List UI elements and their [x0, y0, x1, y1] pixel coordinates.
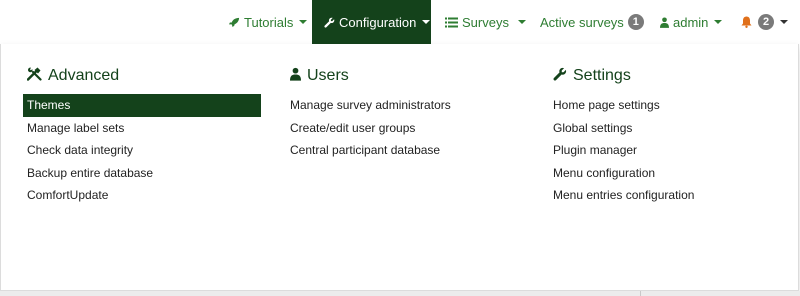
- nav-notifications[interactable]: 2: [741, 0, 788, 44]
- advanced-menu-list: Themes Manage label sets Check data inte…: [23, 94, 261, 207]
- advanced-heading: Advanced: [26, 64, 261, 88]
- menu-item-comfortupdate[interactable]: ComfortUpdate: [23, 184, 261, 207]
- chevron-down-icon: [422, 20, 431, 24]
- users-heading: Users: [290, 64, 524, 88]
- user-icon: [290, 67, 301, 86]
- notifications-count-badge: 2: [758, 14, 774, 30]
- nav-admin[interactable]: admin: [660, 0, 723, 44]
- users-menu-list: Manage survey administrators Create/edit…: [286, 94, 524, 162]
- page-background-strip: [0, 291, 800, 296]
- tools-icon: [26, 67, 42, 86]
- nav-surveys-label: Surveys: [462, 14, 509, 30]
- menu-item-global-settings[interactable]: Global settings: [549, 117, 787, 140]
- settings-title: Settings: [573, 67, 631, 84]
- nav-tutorials-label: Tutorials: [244, 14, 294, 30]
- menu-item-manage-label-sets[interactable]: Manage label sets: [23, 117, 261, 140]
- rocket-icon: [229, 17, 240, 28]
- advanced-column: Advanced Themes Manage label sets Check …: [23, 64, 261, 207]
- surveys-dropdown-toggle[interactable]: [512, 0, 526, 44]
- bell-icon: [741, 16, 752, 28]
- menu-item-plugin-manager[interactable]: Plugin manager: [549, 139, 787, 162]
- settings-menu-list: Home page settings Global settings Plugi…: [549, 94, 787, 207]
- nav-configuration-label: Configuration: [339, 14, 417, 30]
- nav-surveys[interactable]: Surveys: [445, 0, 509, 44]
- menu-item-backup-entire-database[interactable]: Backup entire database: [23, 162, 261, 185]
- configuration-dropdown-menu: Advanced Themes Manage label sets Check …: [0, 44, 799, 291]
- menu-item-check-data-integrity[interactable]: Check data integrity: [23, 139, 261, 162]
- wrench-icon: [324, 17, 335, 28]
- nav-configuration[interactable]: Configuration: [312, 0, 431, 44]
- menu-item-menu-entries-configuration[interactable]: Menu entries configuration: [549, 184, 787, 207]
- list-icon: [445, 17, 458, 28]
- menu-item-create-edit-user-groups[interactable]: Create/edit user groups: [286, 117, 524, 140]
- top-navbar: Tutorials Configuration Surveys Active s…: [0, 0, 800, 44]
- active-surveys-count-badge: 1: [627, 14, 644, 30]
- nav-admin-label: admin: [673, 14, 709, 30]
- menu-item-menu-configuration[interactable]: Menu configuration: [549, 162, 787, 185]
- nav-active-surveys-label: Active surveys: [540, 14, 624, 30]
- menu-item-themes[interactable]: Themes: [23, 94, 261, 117]
- menu-item-home-page-settings[interactable]: Home page settings: [549, 94, 787, 117]
- menu-item-central-participant-database[interactable]: Central participant database: [286, 139, 524, 162]
- users-title: Users: [307, 67, 349, 84]
- settings-column: Settings Home page settings Global setti…: [549, 64, 787, 207]
- users-column: Users Manage survey administrators Creat…: [286, 64, 524, 162]
- divider: [640, 291, 641, 296]
- nav-tutorials[interactable]: Tutorials: [229, 0, 308, 44]
- chevron-down-icon: [518, 20, 526, 24]
- chevron-down-icon: [780, 20, 788, 24]
- settings-heading: Settings: [553, 64, 787, 88]
- wrench-icon: [553, 67, 567, 86]
- menu-item-manage-survey-administrators[interactable]: Manage survey administrators: [286, 94, 524, 117]
- advanced-title: Advanced: [48, 67, 120, 84]
- chevron-down-icon: [299, 20, 308, 24]
- user-icon: [660, 16, 669, 28]
- nav-active-surveys[interactable]: Active surveys 1: [540, 0, 644, 44]
- chevron-down-icon: [714, 20, 723, 24]
